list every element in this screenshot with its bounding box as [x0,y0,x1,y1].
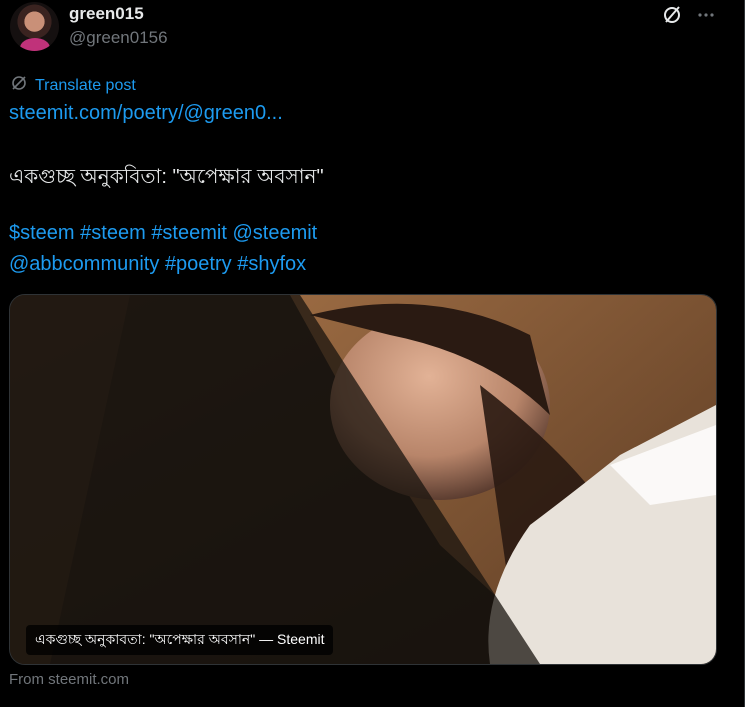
hashtags-line-2: @abbcommunity #poetry #shyfox [9,253,306,276]
translate-label: Translate post [35,76,136,94]
ellipsis-icon[interactable] [694,3,718,27]
card-source[interactable]: From steemit.com [9,671,129,688]
post-title: একগুচ্ছ অনুকবিতা: "অপেক্ষার অবসান" [9,166,324,188]
tag-link[interactable]: #steemit [151,222,227,244]
slash-circle-icon[interactable] [660,3,684,27]
tag-link[interactable]: #poetry [165,253,232,275]
link-card[interactable]: একগুচ্ছ অনুকাবতা: "অপেক্ষার অবসান" — Ste… [9,294,717,665]
translate-post-button[interactable]: Translate post [10,74,136,97]
user-handle[interactable]: @green0156 [69,28,168,48]
tag-link[interactable]: #steem [80,222,146,244]
mention-link[interactable]: @abbcommunity [9,253,159,275]
mention-link[interactable]: @steemit [232,222,317,244]
tag-link[interactable]: $steem [9,222,75,244]
translate-icon [10,74,28,97]
display-name[interactable]: green015 [69,4,144,24]
card-image [10,295,716,664]
card-caption: একগুচ্ছ অনুকাবতা: "অপেক্ষার অবসান" — Ste… [26,625,334,655]
avatar[interactable] [10,2,59,51]
hashtags-line-1: $steem #steem #steemit @steemit [9,222,317,245]
post-link[interactable]: steemit.com/poetry/@green0... [9,102,283,125]
tag-link[interactable]: #shyfox [237,253,306,275]
